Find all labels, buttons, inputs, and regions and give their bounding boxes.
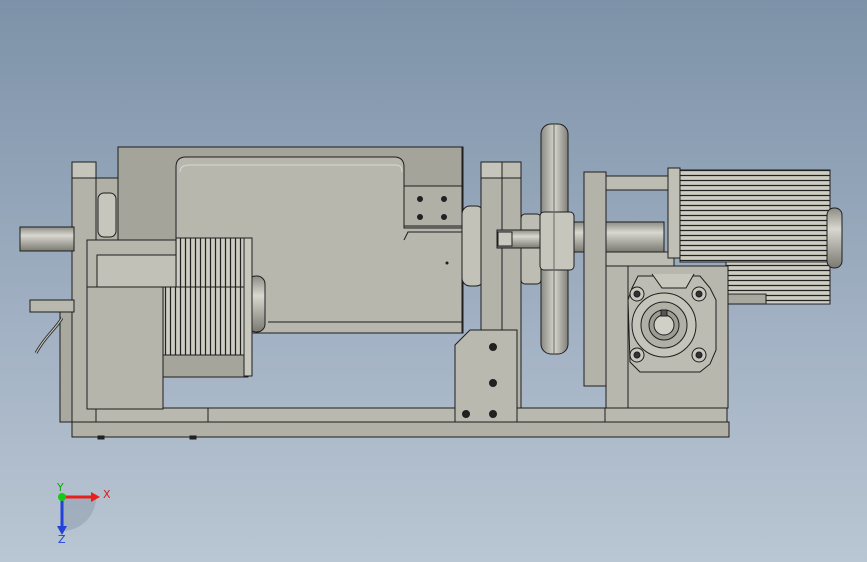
base-plate[interactable] [71, 407, 730, 440]
axis-triad: X Y Z [56, 481, 111, 546]
y-axis-label: Y [56, 481, 64, 494]
cad-viewport[interactable]: X Y Z [0, 0, 867, 562]
x-axis-label: X [103, 488, 111, 501]
flywheel[interactable] [539, 123, 575, 355]
worm-gearbox[interactable] [605, 265, 729, 409]
left-input-shaft[interactable] [19, 226, 75, 313]
support-bracket[interactable] [454, 329, 518, 423]
z-axis-label: Z [58, 533, 66, 546]
left-motor[interactable] [86, 237, 266, 410]
